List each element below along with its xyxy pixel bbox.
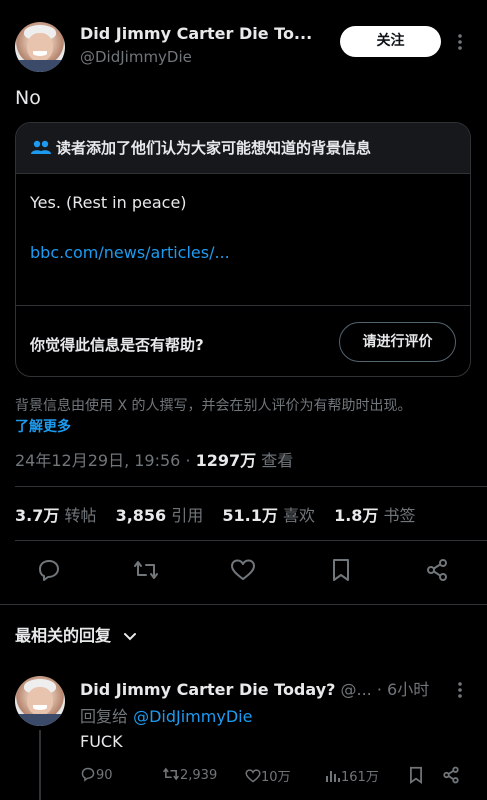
likes-stat[interactable]: 51.1万 喜欢 bbox=[222, 506, 315, 525]
chevron-down-icon bbox=[123, 632, 137, 642]
reply-icon[interactable] bbox=[36, 558, 62, 582]
divider bbox=[15, 540, 487, 541]
note-footer-text: 背景信息由使用 X 的人撰写，并会在别人评价为有帮助时出现。 bbox=[15, 398, 412, 414]
reply-time[interactable]: · 6小时 bbox=[377, 680, 429, 699]
note-helpful-question: 你觉得此信息是否有帮助? bbox=[30, 336, 204, 354]
post-timestamp[interactable]: 24年12月29日, 19:56 · bbox=[15, 451, 196, 470]
note-body: Yes. (Rest in peace) bbox=[30, 193, 187, 212]
reply-views-count: 161万 bbox=[341, 770, 379, 785]
author-display-name[interactable]: Did Jimmy Carter Die To... bbox=[80, 24, 312, 43]
bookmarks-stat[interactable]: 1.8万 书签 bbox=[334, 506, 415, 525]
bookmark-icon[interactable] bbox=[330, 558, 352, 582]
note-divider bbox=[16, 305, 470, 306]
reply-likes-count: 10万 bbox=[261, 770, 291, 785]
divider bbox=[0, 604, 487, 605]
reply-replies-count: 90 bbox=[96, 768, 113, 783]
post-meta: 24年12月29日, 19:56 · 1297万 查看 bbox=[15, 447, 293, 471]
reply-likes-action[interactable]: 10万 bbox=[245, 766, 291, 785]
more-options-icon[interactable] bbox=[456, 32, 464, 52]
follow-button[interactable]: 关注 bbox=[340, 26, 441, 57]
note-header-text: 读者添加了他们认为大家可能想知道的背景信息 bbox=[56, 139, 372, 157]
divider bbox=[15, 486, 487, 487]
reply-views-action[interactable]: 161万 bbox=[325, 766, 379, 785]
reply-display-name[interactable]: Did Jimmy Carter Die Today? bbox=[80, 680, 335, 699]
views-count: 1297万 bbox=[195, 451, 257, 470]
people-icon bbox=[30, 139, 52, 155]
reply-author-avatar[interactable] bbox=[15, 676, 65, 726]
replies-sort-selector[interactable]: 最相关的回复 bbox=[15, 622, 137, 646]
reply-to-handle[interactable]: @DidJimmyDie bbox=[133, 707, 252, 726]
reposts-stat[interactable]: 3.7万 转帖 bbox=[15, 506, 96, 525]
reply-to-prefix: 回复给 bbox=[80, 707, 134, 726]
learn-more-link[interactable]: 了解更多 bbox=[15, 416, 71, 436]
author-avatar[interactable] bbox=[15, 22, 65, 72]
reply-to-line: 回复给 @DidJimmyDie bbox=[80, 703, 252, 727]
stats-row: 3.7万 转帖 3,856 引用 51.1万 喜欢 1.8万 书签 bbox=[15, 502, 416, 526]
reply-reposts-count: 2,939 bbox=[180, 768, 218, 783]
reply-bookmark-icon[interactable] bbox=[408, 766, 424, 784]
thread-line bbox=[39, 730, 41, 800]
author-handle[interactable]: @DidJimmyDie bbox=[80, 48, 192, 66]
rate-note-button[interactable]: 请进行评价 bbox=[339, 322, 456, 362]
reply-share-icon[interactable] bbox=[442, 766, 460, 784]
reply-reposts-action[interactable]: 2,939 bbox=[162, 766, 217, 783]
reply-replies-action[interactable]: 90 bbox=[80, 766, 113, 783]
quotes-stat[interactable]: 3,856 引用 bbox=[116, 506, 204, 525]
like-icon[interactable] bbox=[230, 558, 256, 582]
reply-header: Did Jimmy Carter Die Today? @... · 6小时 bbox=[80, 676, 429, 700]
reply-more-options-icon[interactable] bbox=[456, 680, 464, 700]
repost-icon[interactable] bbox=[132, 558, 160, 582]
reply-text: FUCK bbox=[80, 732, 123, 751]
note-link[interactable]: bbc.com/news/articles/... bbox=[30, 243, 230, 262]
views-label: 查看 bbox=[256, 451, 294, 470]
replies-sort-label: 最相关的回复 bbox=[15, 626, 112, 645]
post-text: No bbox=[15, 87, 41, 109]
share-icon[interactable] bbox=[425, 558, 449, 582]
reply-handle[interactable]: @... bbox=[341, 680, 372, 699]
